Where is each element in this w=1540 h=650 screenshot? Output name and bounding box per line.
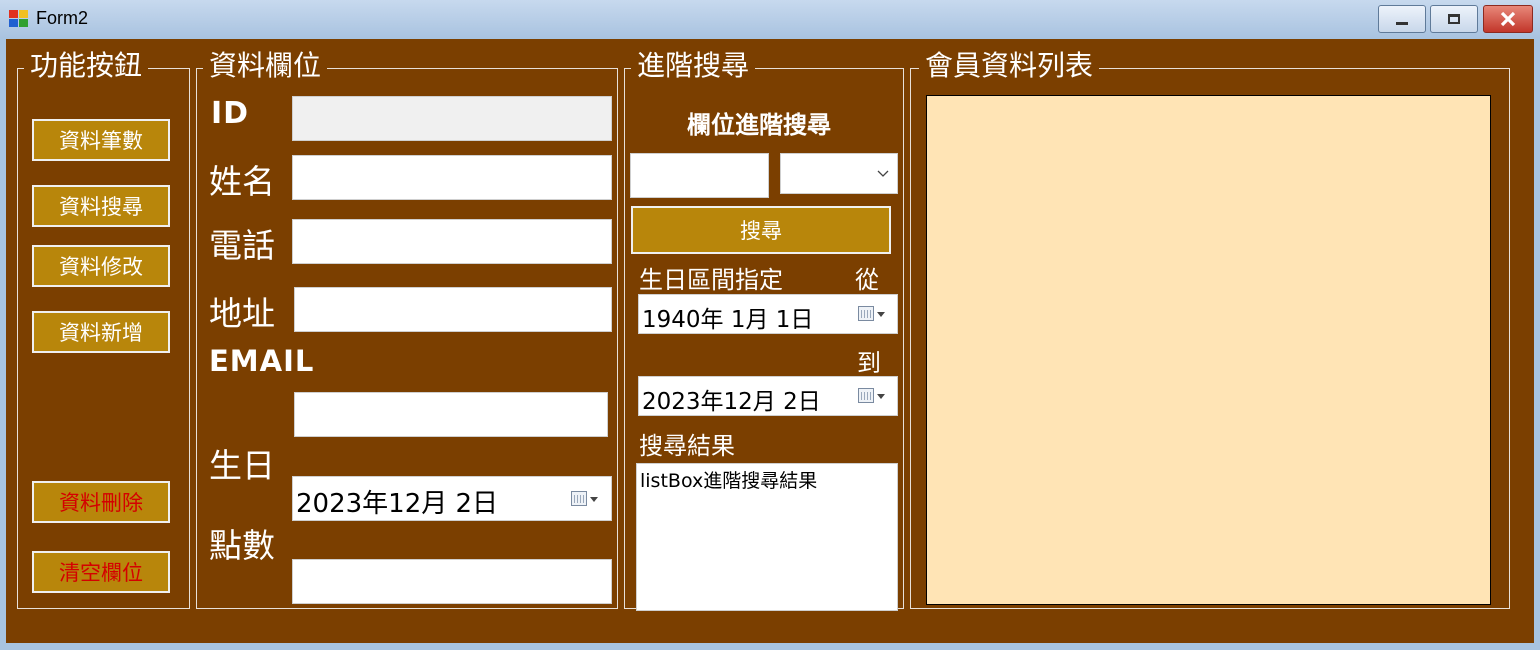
functions-group: 功能按鈕 資料筆數 資料搜尋 資料修改 資料新增 資料刪除 清空欄位 <box>17 49 190 609</box>
advanced-search-button[interactable]: 搜尋 <box>631 206 891 254</box>
to-label: 到 <box>857 349 881 377</box>
search-button[interactable]: 資料搜尋 <box>32 185 170 227</box>
fields-legend: 資料欄位 <box>203 49 328 83</box>
name-field[interactable] <box>292 155 612 200</box>
close-button[interactable] <box>1483 5 1533 33</box>
maximize-icon <box>1448 14 1460 24</box>
dropdown-arrow-icon <box>877 312 885 317</box>
address-label: 地址 <box>209 294 275 333</box>
count-button[interactable]: 資料筆數 <box>32 119 170 161</box>
title-bar: Form2 <box>0 0 1540 38</box>
member-list-legend: 會員資料列表 <box>919 49 1100 83</box>
name-label: 姓名 <box>209 162 275 201</box>
clear-fields-button[interactable]: 清空欄位 <box>32 551 170 593</box>
chevron-down-icon <box>877 170 889 177</box>
calendar-icon <box>858 388 874 403</box>
search-field-dropdown[interactable] <box>780 153 898 194</box>
dropdown-arrow-icon <box>877 394 885 399</box>
to-date-value: 2023年12月 2日 <box>642 389 821 415</box>
id-label: ID <box>211 96 250 131</box>
search-results-text: listBox進階搜尋結果 <box>640 470 818 492</box>
member-data-grid[interactable] <box>926 95 1491 605</box>
search-results-listbox[interactable]: listBox進階搜尋結果 <box>636 463 898 611</box>
email-label: EMAIL <box>209 344 315 378</box>
phone-field[interactable] <box>292 219 612 264</box>
points-field[interactable] <box>292 559 612 604</box>
minimize-icon <box>1396 21 1408 25</box>
from-label: 從 <box>855 266 879 294</box>
dropdown-arrow-icon <box>590 497 598 502</box>
minimize-button[interactable] <box>1378 5 1426 33</box>
to-date-picker[interactable]: 2023年12月 2日 <box>638 376 898 416</box>
calendar-icon <box>571 491 587 506</box>
search-keyword-field[interactable] <box>630 153 769 198</box>
add-button[interactable]: 資料新增 <box>32 311 170 353</box>
email-field[interactable] <box>294 392 608 437</box>
delete-button[interactable]: 資料刪除 <box>32 481 170 523</box>
functions-legend: 功能按鈕 <box>24 49 149 83</box>
from-date-value: 1940年 1月 1日 <box>642 307 814 333</box>
field-search-label: 欄位進階搜尋 <box>687 113 831 139</box>
birthday-range-label: 生日區間指定 <box>639 266 783 294</box>
id-field <box>292 96 612 141</box>
maximize-button[interactable] <box>1430 5 1478 33</box>
birthday-date-picker[interactable]: 2023年12月 2日 <box>292 476 612 521</box>
window-title: Form2 <box>36 8 89 28</box>
points-label: 點數 <box>209 526 275 565</box>
search-results-label: 搜尋結果 <box>639 432 735 460</box>
birthday-label: 生日 <box>209 446 275 485</box>
phone-label: 電話 <box>209 226 275 265</box>
edit-button[interactable]: 資料修改 <box>32 245 170 287</box>
close-icon <box>1500 11 1516 27</box>
fields-group: 資料欄位 ID 姓名 電話 地址 EMAIL 生日 2023年12月 2日 點數 <box>196 49 618 609</box>
member-list-group: 會員資料列表 <box>910 49 1510 609</box>
form-client-area: 功能按鈕 資料筆數 資料搜尋 資料修改 資料新增 資料刪除 清空欄位 資料欄位 … <box>6 39 1534 643</box>
advanced-search-legend: 進階搜尋 <box>631 49 756 83</box>
advanced-search-group: 進階搜尋 欄位進階搜尋 搜尋 生日區間指定 從 1940年 1月 1日 到 20… <box>624 49 904 611</box>
birthday-date-value: 2023年12月 2日 <box>296 489 499 519</box>
address-field[interactable] <box>294 287 612 332</box>
from-date-picker[interactable]: 1940年 1月 1日 <box>638 294 898 334</box>
app-icon <box>9 10 29 28</box>
calendar-icon <box>858 306 874 321</box>
